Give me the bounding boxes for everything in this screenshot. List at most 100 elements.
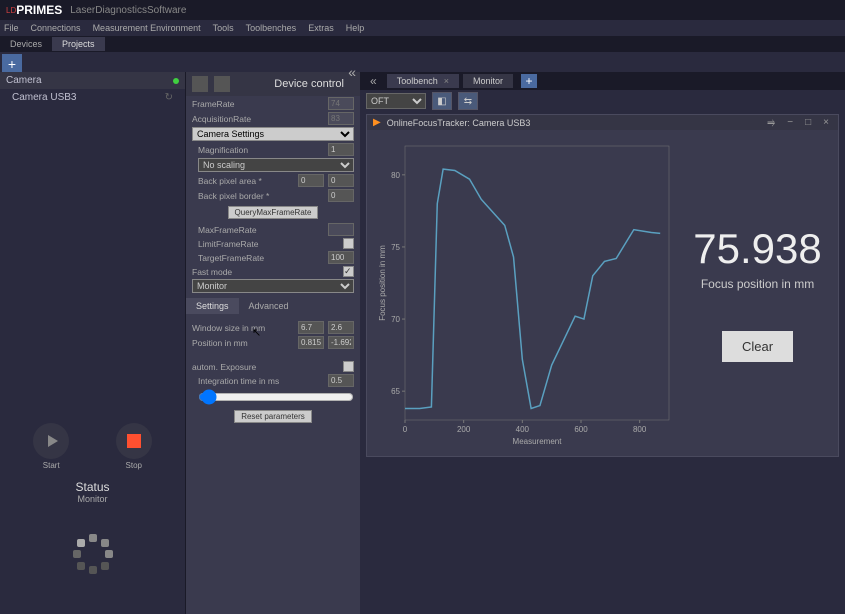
svg-text:Measurement: Measurement — [513, 437, 563, 446]
chart-window: ▶ OnlineFocusTracker: Camera USB3 ⥤ − □ … — [366, 114, 839, 457]
magnification-value[interactable] — [328, 143, 354, 156]
limitfr-checkbox[interactable] — [343, 238, 354, 249]
menu-connections[interactable]: Connections — [31, 23, 81, 33]
position-label: Position in mm — [192, 338, 294, 348]
winsize-2[interactable] — [328, 321, 354, 334]
add-button[interactable]: + — [2, 54, 22, 74]
tab-settings[interactable]: Settings — [186, 298, 239, 314]
stop-icon — [127, 434, 141, 448]
menu-extras[interactable]: Extras — [308, 23, 334, 33]
close-icon[interactable]: × — [444, 76, 449, 86]
save-icon[interactable] — [214, 76, 230, 92]
scaling-select[interactable]: No scaling — [198, 158, 354, 172]
svg-text:0: 0 — [403, 425, 408, 434]
query-maxfr-button[interactable]: QueryMaxFrameRate — [228, 206, 319, 219]
position-1[interactable] — [298, 336, 324, 349]
device-control-title: Device control — [274, 78, 344, 90]
svg-text:80: 80 — [391, 171, 400, 180]
tab-toolbench[interactable]: Toolbench× — [387, 74, 459, 88]
titlebar: LD PRIMES LaserDiagnosticsSoftware — [0, 0, 845, 20]
maximize-icon[interactable]: □ — [802, 117, 814, 128]
autoexp-checkbox[interactable] — [343, 361, 354, 372]
right-panel: « Toolbench× Monitor + OFT ◧ ⇆ ▶ OnlineF… — [360, 72, 845, 614]
chart-title: OnlineFocusTracker: Camera USB3 — [387, 118, 759, 128]
tab-monitor[interactable]: Monitor — [463, 74, 513, 88]
acqrate-label: AcquisitionRate — [192, 114, 324, 124]
inttime-value[interactable] — [328, 374, 354, 387]
bparea-2[interactable] — [328, 174, 354, 187]
chart-area[interactable]: 657075800200400600800MeasurementFocus po… — [375, 138, 675, 448]
app-logo: PRIMES — [16, 3, 62, 17]
camera-header-label: Camera — [6, 75, 42, 86]
collapse-left-icon[interactable]: « — [348, 64, 356, 80]
autoexp-label: autom. Exposure — [192, 362, 339, 372]
svg-text:600: 600 — [574, 425, 588, 434]
play-icon — [48, 435, 58, 447]
inttime-slider[interactable] — [198, 389, 354, 405]
menu-file[interactable]: File — [4, 23, 19, 33]
status-sub: Monitor — [10, 494, 175, 504]
svg-text:70: 70 — [391, 315, 400, 324]
svg-text:65: 65 — [391, 387, 400, 396]
start-label: Start — [33, 461, 69, 470]
cursor-icon: ↖ — [252, 326, 261, 339]
minimize-icon[interactable]: − — [784, 117, 796, 128]
menu-help[interactable]: Help — [346, 23, 365, 33]
close-window-icon[interactable]: × — [820, 117, 832, 128]
oft-select[interactable]: OFT — [366, 93, 426, 109]
folder-icon[interactable] — [192, 76, 208, 92]
add-tab-button[interactable]: + — [521, 74, 537, 88]
reset-params-button[interactable]: Reset parameters — [234, 410, 312, 423]
flag-icon: ▶ — [373, 117, 381, 128]
device-control-panel: « Device control FrameRate AcquisitionRa… — [186, 72, 360, 614]
limitfr-label: LimitFrameRate — [198, 239, 339, 249]
stop-button[interactable] — [116, 423, 152, 459]
menu-toolbenches[interactable]: Toolbenches — [246, 23, 297, 33]
bpborder-label: Back pixel border * — [198, 191, 324, 201]
fastmode-label: Fast mode — [192, 267, 339, 277]
monitor-select[interactable]: Monitor — [192, 279, 354, 293]
stop-label: Stop — [116, 461, 152, 470]
framerate-value — [328, 97, 354, 110]
toolbar-icon-2[interactable]: ⇆ — [458, 92, 478, 110]
menu-tools[interactable]: Tools — [213, 23, 234, 33]
spinner-icon — [73, 534, 113, 574]
targetfr-value[interactable] — [328, 251, 354, 264]
left-tabs: Devices Projects — [0, 36, 845, 52]
bpborder-1[interactable] — [328, 189, 354, 202]
svg-text:400: 400 — [516, 425, 530, 434]
refresh-icon[interactable]: ↻ — [165, 92, 173, 103]
inttime-label: Integration time in ms — [198, 376, 324, 386]
svg-text:Focus position in mm: Focus position in mm — [378, 245, 387, 321]
bparea-label: Back pixel area * — [198, 176, 294, 186]
targetfr-label: TargetFrameRate — [198, 253, 324, 263]
tab-advanced[interactable]: Advanced — [239, 298, 299, 314]
menu-measenv[interactable]: Measurement Environment — [93, 23, 201, 33]
toolbar-icon-1[interactable]: ◧ — [432, 92, 452, 110]
start-button[interactable] — [33, 423, 69, 459]
status-dot-icon — [173, 78, 179, 84]
acqrate-value — [328, 112, 354, 125]
camera-settings-select[interactable]: Camera Settings — [192, 127, 354, 141]
status-title: Status — [10, 480, 175, 494]
fastmode-checkbox[interactable] — [343, 266, 354, 277]
framerate-label: FrameRate — [192, 99, 324, 109]
maxfr-label: MaxFrameRate — [198, 225, 324, 235]
winsize-1[interactable] — [298, 321, 324, 334]
camera-item[interactable]: Camera USB3 ↻ — [0, 89, 185, 106]
tab-devices[interactable]: Devices — [0, 37, 52, 51]
position-2[interactable] — [328, 336, 354, 349]
magnification-label: Magnification — [198, 145, 324, 155]
pin-icon[interactable]: ⥤ — [764, 117, 778, 128]
app-subtitle: LaserDiagnosticsSoftware — [70, 5, 186, 16]
readout-label: Focus position in mm — [701, 277, 814, 291]
clear-button[interactable]: Clear — [722, 331, 793, 362]
tab-projects[interactable]: Projects — [52, 37, 105, 51]
menubar: File Connections Measurement Environment… — [0, 20, 845, 36]
readout-value: 75.938 — [693, 225, 821, 273]
left-panel: Camera Camera USB3 ↻ Start Stop Status M… — [0, 72, 186, 614]
bparea-1[interactable] — [298, 174, 324, 187]
collapse-right-icon[interactable]: « — [364, 74, 383, 88]
svg-text:800: 800 — [633, 425, 647, 434]
camera-header[interactable]: Camera — [0, 72, 185, 89]
